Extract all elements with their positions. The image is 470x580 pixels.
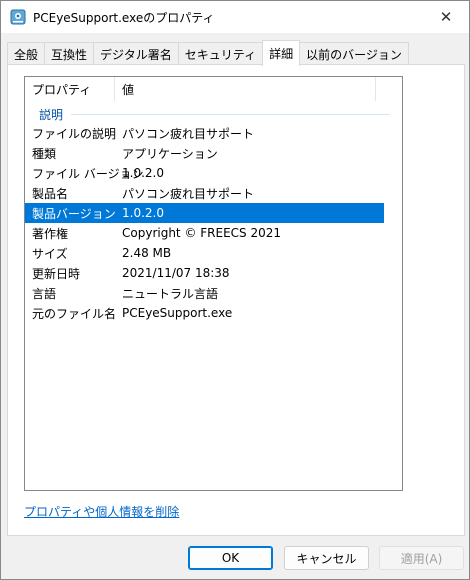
property-value: 1.0.2.0 [122, 166, 164, 180]
list-row-selected[interactable]: 製品バージョン 1.0.2.0 [25, 203, 384, 223]
apply-button[interactable]: 適用(A) [379, 546, 464, 570]
tab-general[interactable]: 全般 [7, 42, 46, 65]
tab-previous-versions[interactable]: 以前のバージョン [299, 42, 409, 65]
dialog-footer: OK キャンセル 適用(A) [1, 534, 469, 579]
group-header-description: 説明 [25, 105, 402, 123]
tab-details[interactable]: 詳細 [262, 40, 301, 66]
title-bar[interactable]: PCEyeSupport.exeのプロパティ ✕ [1, 1, 469, 33]
list-row[interactable]: 製品名 パソコン疲れ目サポート [25, 183, 384, 203]
cancel-button[interactable]: キャンセル [284, 546, 369, 570]
ok-button[interactable]: OK [188, 546, 273, 570]
property-value: 2021/11/07 18:38 [122, 266, 230, 280]
property-value: パソコン疲れ目サポート [122, 186, 255, 201]
property-value: Copyright © FREECS 2021 [122, 226, 282, 240]
list-rows: ファイルの説明 パソコン疲れ目サポート 種類 アプリケーション ファイル バージョン… [25, 123, 384, 323]
close-icon: ✕ [439, 8, 453, 26]
property-name: ファイルの説明 [32, 126, 117, 141]
list-row[interactable]: 更新日時 2021/11/07 18:38 [25, 263, 384, 283]
list-row[interactable]: 種類 アプリケーション [25, 143, 384, 163]
app-file-icon [10, 9, 26, 25]
property-name: 言語 [32, 286, 57, 301]
property-name: 更新日時 [32, 266, 81, 281]
group-label: 説明 [39, 107, 64, 122]
tab-security[interactable]: セキュリティ [177, 42, 264, 65]
property-name: 種類 [32, 146, 57, 161]
list-row[interactable]: 元のファイル名 PCEyeSupport.exe [25, 303, 384, 323]
list-row[interactable]: 著作権 Copyright © FREECS 2021 [25, 223, 384, 243]
properties-window: PCEyeSupport.exeのプロパティ ✕ 全般 互換性 デジタル署名 セ… [0, 0, 470, 580]
property-value: アプリケーション [122, 146, 218, 161]
property-value: PCEyeSupport.exe [122, 306, 233, 320]
group-divider [71, 113, 390, 115]
property-name: 著作権 [32, 226, 69, 241]
list-header: プロパティ 値 [25, 77, 402, 101]
list-row[interactable]: サイズ 2.48 MB [25, 243, 384, 263]
close-button[interactable]: ✕ [423, 1, 469, 33]
tab-digital-signatures[interactable]: デジタル署名 [93, 42, 179, 65]
list-row[interactable]: ファイルの説明 パソコン疲れ目サポート [25, 123, 384, 143]
property-name: 製品バージョン [32, 206, 116, 221]
window-title: PCEyeSupport.exeのプロパティ [33, 11, 215, 25]
property-name: 元のファイル名 [32, 306, 117, 321]
tab-strip: 全般 互換性 デジタル署名 セキュリティ 詳細 以前のバージョン [7, 40, 409, 66]
property-name: サイズ [32, 246, 68, 261]
property-value: パソコン疲れ目サポート [122, 126, 255, 141]
list-row[interactable]: 言語 ニュートラル言語 [25, 283, 384, 303]
property-name: 製品名 [32, 186, 69, 201]
remove-properties-link[interactable]: プロパティや個人情報を削除 [24, 503, 179, 520]
property-value: 2.48 MB [122, 246, 172, 260]
column-header-property[interactable]: プロパティ [25, 77, 115, 101]
property-value: 1.0.2.0 [122, 206, 164, 220]
column-header-value[interactable]: 値 [115, 77, 376, 101]
property-value: ニュートラル言語 [122, 286, 219, 301]
tab-compatibility[interactable]: 互換性 [44, 42, 95, 65]
details-panel: プロパティ 値 説明 ファイルの説明 パソコン疲れ目サポート 種類 アプリケーション… [7, 64, 465, 536]
property-name: ファイル バージョン [32, 166, 144, 181]
list-row[interactable]: ファイル バージョン 1.0.2.0 [25, 163, 384, 183]
properties-list[interactable]: プロパティ 値 説明 ファイルの説明 パソコン疲れ目サポート 種類 アプリケーション… [24, 76, 403, 491]
